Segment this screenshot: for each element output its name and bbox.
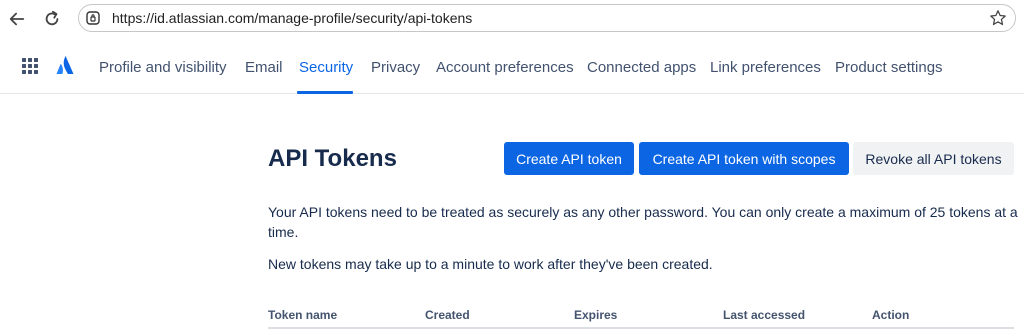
back-arrow-icon	[9, 12, 25, 26]
nav-email[interactable]: Email	[245, 59, 283, 76]
create-api-token-with-scopes-button[interactable]: Create API token with scopes	[639, 142, 849, 175]
column-last-accessed[interactable]: Last accessed	[723, 308, 805, 322]
site-info-icon[interactable]	[85, 10, 101, 26]
page-title: API Tokens	[268, 145, 397, 172]
bookmark-star-icon[interactable]	[989, 9, 1007, 27]
column-action: Action	[872, 308, 910, 322]
create-api-token-button[interactable]: Create API token	[504, 142, 634, 175]
atlassian-logo-icon[interactable]	[56, 55, 74, 75]
column-token-name[interactable]: Token name	[268, 308, 337, 322]
table-header-divider	[268, 327, 1014, 329]
nav-link-preferences[interactable]: Link preferences	[710, 59, 821, 76]
column-created[interactable]: Created	[425, 308, 470, 322]
tokens-delay-note: New tokens may take up to a minute to wo…	[268, 256, 713, 272]
reload-icon	[45, 10, 59, 26]
address-bar[interactable]: https://id.atlassian.com/manage-profile/…	[78, 4, 1016, 32]
nav-connected-apps[interactable]: Connected apps	[587, 59, 696, 76]
account-nav-bar: Profile and visibility Email Security Pr…	[0, 38, 1024, 94]
nav-product-settings[interactable]: Product settings	[835, 59, 943, 76]
browser-toolbar: https://id.atlassian.com/manage-profile/…	[0, 0, 1024, 38]
nav-profile-and-visibility[interactable]: Profile and visibility	[99, 59, 227, 76]
tokens-table-header: Token name Created Expires Last accessed…	[268, 308, 1014, 328]
active-tab-indicator	[297, 91, 353, 94]
back-button[interactable]	[5, 7, 29, 31]
nav-privacy[interactable]: Privacy	[371, 59, 420, 76]
column-expires[interactable]: Expires	[574, 308, 617, 322]
url-text[interactable]: https://id.atlassian.com/manage-profile/…	[112, 10, 472, 26]
nav-account-preferences[interactable]: Account preferences	[436, 59, 574, 76]
reload-button[interactable]	[40, 7, 64, 31]
nav-security[interactable]: Security	[299, 59, 353, 76]
tokens-description: Your API tokens need to be treated as se…	[268, 204, 1018, 240]
revoke-all-api-tokens-button[interactable]: Revoke all API tokens	[853, 142, 1014, 175]
app-switcher-icon[interactable]	[22, 58, 38, 74]
